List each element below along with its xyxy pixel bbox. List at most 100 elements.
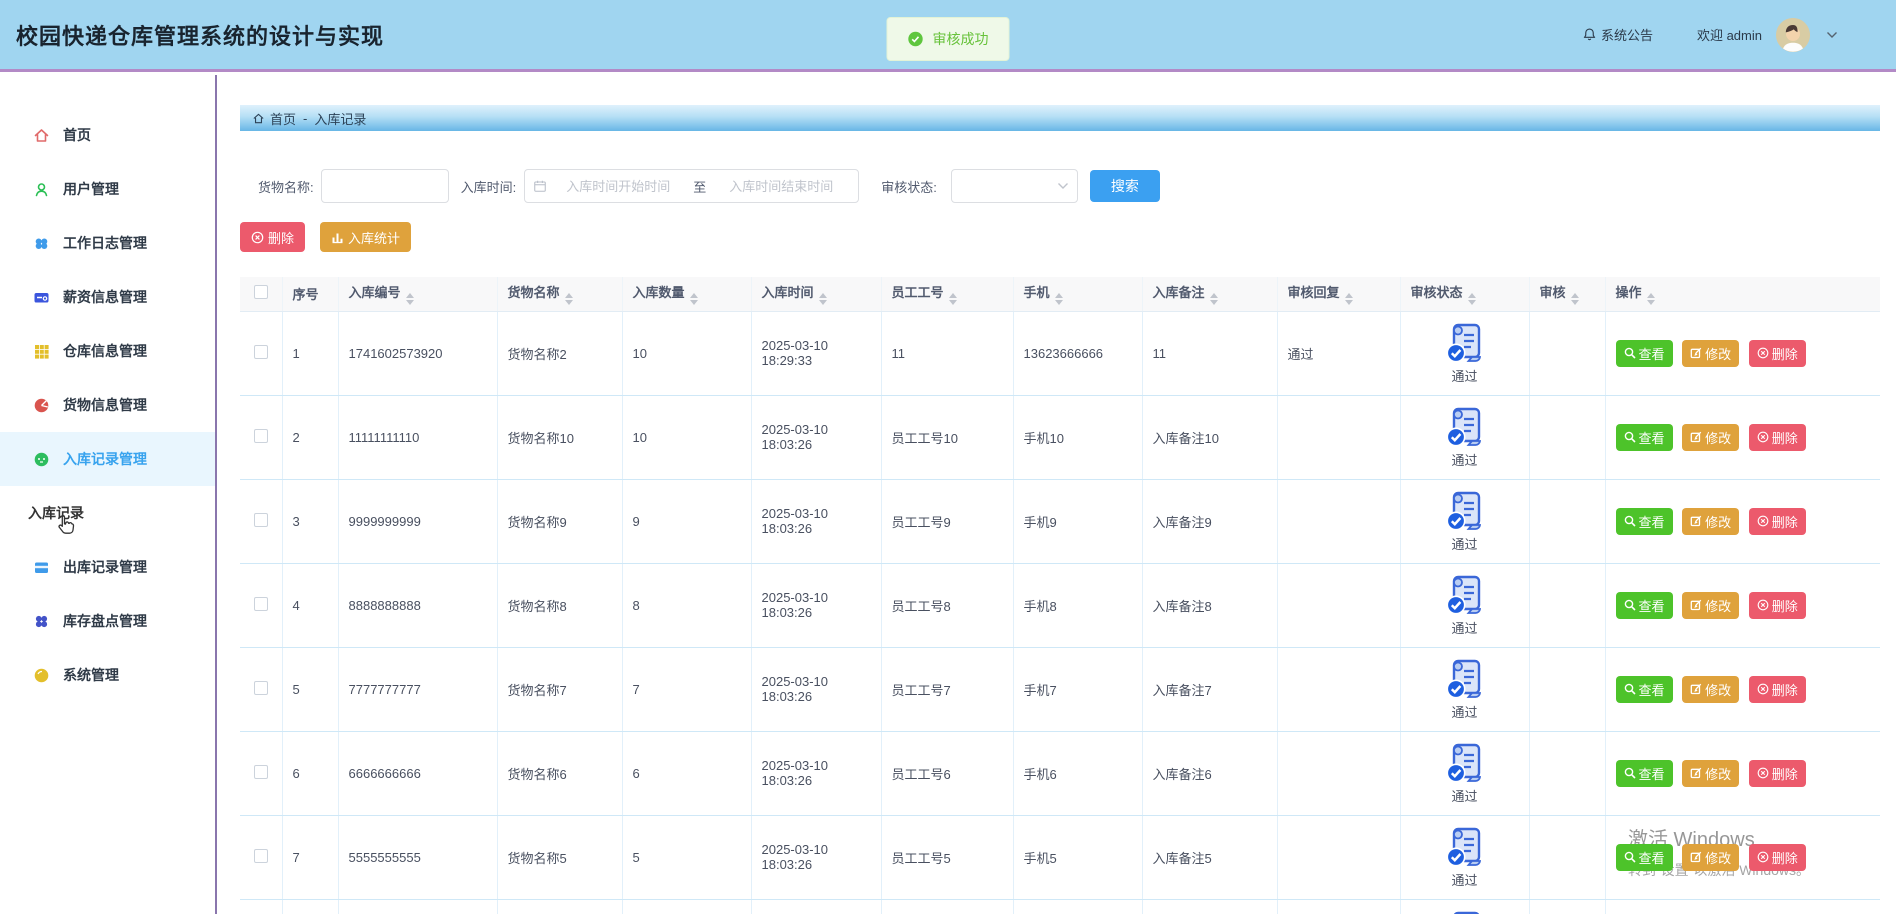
welcome-text: 欢迎 admin bbox=[1697, 25, 1762, 44]
view-button[interactable]: 查看 bbox=[1616, 592, 1673, 619]
cell-audit-status: 通过 bbox=[1400, 899, 1529, 914]
cell-worker-id: 11 bbox=[881, 311, 1013, 395]
delete-button[interactable]: 删除 bbox=[1749, 592, 1806, 619]
edit-button[interactable]: 修改 bbox=[1682, 424, 1739, 451]
time-start-input[interactable] bbox=[549, 179, 687, 194]
row-select-cell bbox=[240, 395, 282, 479]
sort-caret-icon[interactable] bbox=[1571, 293, 1579, 305]
column-header-5[interactable]: 入库时间 bbox=[751, 277, 881, 311]
column-header-10[interactable]: 审核状态 bbox=[1400, 277, 1529, 311]
column-header-12[interactable]: 操作 bbox=[1605, 277, 1880, 311]
cell-inbound-no: 4444444444 bbox=[338, 899, 497, 914]
view-button[interactable]: 查看 bbox=[1616, 760, 1673, 787]
sidebar-item-worklog[interactable]: 工作日志管理 bbox=[0, 216, 215, 270]
edit-button[interactable]: 修改 bbox=[1682, 340, 1739, 367]
cell-inbound-no: 8888888888 bbox=[338, 563, 497, 647]
bulk-delete-button[interactable]: 删除 bbox=[240, 222, 305, 252]
sidebar-item-warehouse[interactable]: 仓库信息管理 bbox=[0, 324, 215, 378]
sort-caret-icon[interactable] bbox=[1647, 293, 1655, 305]
sort-caret-icon[interactable] bbox=[690, 293, 698, 305]
row-checkbox[interactable] bbox=[254, 597, 268, 611]
row-checkbox[interactable] bbox=[254, 681, 268, 695]
inbound-stats-button[interactable]: 入库统计 bbox=[320, 222, 411, 252]
breadcrumb-home[interactable]: 首页 bbox=[270, 109, 296, 128]
view-button[interactable]: 查看 bbox=[1616, 844, 1673, 871]
breadcrumb-home-icon bbox=[252, 112, 265, 125]
cell-inbound-no: 1741602573920 bbox=[338, 311, 497, 395]
sidebar-item-home[interactable]: 首页 bbox=[0, 108, 215, 162]
sidebar-item-system[interactable]: 系统管理 bbox=[0, 648, 215, 702]
user-menu-chevron-icon[interactable] bbox=[1826, 31, 1838, 39]
sidebar-item-inbound-records[interactable]: 入库记录管理 bbox=[0, 432, 215, 486]
time-end-input[interactable] bbox=[712, 179, 850, 194]
column-header-11[interactable]: 审核 bbox=[1529, 277, 1605, 311]
delete-button[interactable]: 删除 bbox=[1749, 508, 1806, 535]
delete-button[interactable]: 删除 bbox=[1749, 340, 1806, 367]
select-all-checkbox[interactable] bbox=[254, 285, 268, 299]
cell-audit-status: 通过 bbox=[1400, 479, 1529, 563]
inbound-icon bbox=[33, 451, 50, 468]
cell-remark: 入库备注8 bbox=[1142, 563, 1277, 647]
sidebar-subitem-inbound-record[interactable]: 入库记录 bbox=[0, 486, 215, 540]
scroll-check-icon bbox=[1443, 321, 1487, 365]
goods-name-input[interactable] bbox=[321, 169, 449, 203]
sort-caret-icon[interactable] bbox=[819, 293, 827, 305]
system-announcement-link[interactable]: 系统公告 bbox=[1582, 25, 1653, 44]
search-button[interactable]: 搜索 bbox=[1090, 170, 1160, 202]
edit-button[interactable]: 修改 bbox=[1682, 508, 1739, 535]
sidebar-item-salary[interactable]: 薪资信息管理 bbox=[0, 270, 215, 324]
delete-button[interactable]: 删除 bbox=[1749, 844, 1806, 871]
row-checkbox[interactable] bbox=[254, 345, 268, 359]
sort-caret-icon[interactable] bbox=[1210, 293, 1218, 305]
sort-caret-icon[interactable] bbox=[1468, 293, 1476, 305]
row-checkbox[interactable] bbox=[254, 513, 268, 527]
view-button[interactable]: 查看 bbox=[1616, 676, 1673, 703]
audit-status-pass: 通过 bbox=[1443, 657, 1487, 721]
delete-button[interactable]: 删除 bbox=[1749, 424, 1806, 451]
circle-x-icon bbox=[1757, 347, 1769, 359]
row-checkbox[interactable] bbox=[254, 429, 268, 443]
delete-button[interactable]: 删除 bbox=[1749, 760, 1806, 787]
edit-button[interactable]: 修改 bbox=[1682, 760, 1739, 787]
cell-phone: 手机6 bbox=[1013, 731, 1142, 815]
sort-caret-icon[interactable] bbox=[565, 293, 573, 305]
column-header-6[interactable]: 员工工号 bbox=[881, 277, 1013, 311]
table-row: 6 6666666666 货物名称6 6 2025-03-10 18:03:26… bbox=[240, 731, 1880, 815]
delete-button[interactable]: 删除 bbox=[1749, 676, 1806, 703]
cell-worker-id: 员工工号7 bbox=[881, 647, 1013, 731]
avatar[interactable] bbox=[1776, 18, 1810, 52]
cell-audit bbox=[1529, 815, 1605, 899]
scroll-check-icon bbox=[1443, 489, 1487, 533]
goods-pie-icon bbox=[33, 397, 50, 414]
cell-goods-name: 货物名称8 bbox=[497, 563, 622, 647]
edit-button[interactable]: 修改 bbox=[1682, 592, 1739, 619]
column-header-2[interactable]: 入库编号 bbox=[338, 277, 497, 311]
sort-caret-icon[interactable] bbox=[1345, 293, 1353, 305]
row-checkbox[interactable] bbox=[254, 849, 268, 863]
view-button[interactable]: 查看 bbox=[1616, 424, 1673, 451]
sidebar-item-outbound[interactable]: 出库记录管理 bbox=[0, 540, 215, 594]
column-header-7[interactable]: 手机 bbox=[1013, 277, 1142, 311]
sort-caret-icon[interactable] bbox=[406, 293, 414, 305]
column-header-4[interactable]: 入库数量 bbox=[622, 277, 751, 311]
circle-x-icon bbox=[1757, 767, 1769, 779]
table-row: 4 8888888888 货物名称8 8 2025-03-10 18:03:26… bbox=[240, 563, 1880, 647]
sidebar-item-inventory[interactable]: 库存盘点管理 bbox=[0, 594, 215, 648]
view-button[interactable]: 查看 bbox=[1616, 508, 1673, 535]
view-button[interactable]: 查看 bbox=[1616, 340, 1673, 367]
cell-worker-id: 员工工号9 bbox=[881, 479, 1013, 563]
edit-button[interactable]: 修改 bbox=[1682, 844, 1739, 871]
column-header-8[interactable]: 入库备注 bbox=[1142, 277, 1277, 311]
date-range-picker[interactable]: 至 bbox=[524, 169, 859, 203]
edit-button[interactable]: 修改 bbox=[1682, 676, 1739, 703]
sort-caret-icon[interactable] bbox=[1055, 293, 1063, 305]
column-header-9[interactable]: 审核回复 bbox=[1277, 277, 1400, 311]
sidebar-item-goods[interactable]: 货物信息管理 bbox=[0, 378, 215, 432]
sort-caret-icon[interactable] bbox=[949, 293, 957, 305]
column-header-3[interactable]: 货物名称 bbox=[497, 277, 622, 311]
sidebar-item-users[interactable]: 用户管理 bbox=[0, 162, 215, 216]
scroll-check-icon bbox=[1443, 909, 1487, 914]
audit-status-select[interactable] bbox=[951, 169, 1078, 203]
row-checkbox[interactable] bbox=[254, 765, 268, 779]
cell-phone: 手机8 bbox=[1013, 563, 1142, 647]
